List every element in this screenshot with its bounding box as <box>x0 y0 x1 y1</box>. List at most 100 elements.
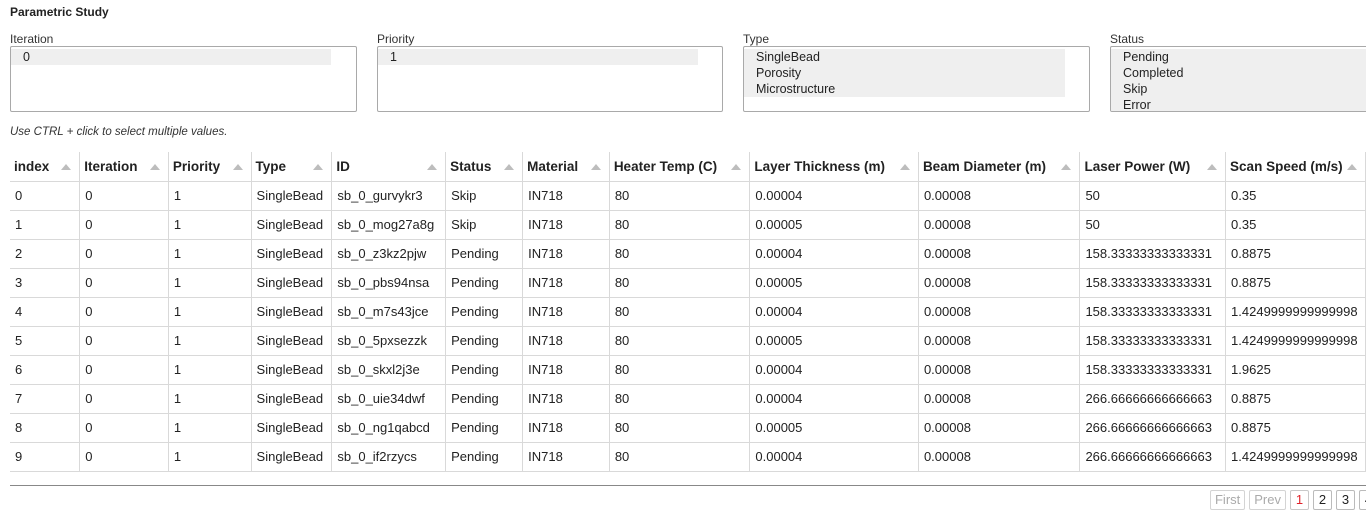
iteration-option[interactable]: 0 <box>11 49 331 65</box>
sort-arrow-icon[interactable] <box>504 164 515 170</box>
cell-beam-diameter: 0.00008 <box>918 326 1081 356</box>
cell-scan-speed: 0.35 <box>1225 181 1366 211</box>
column-header-id[interactable]: ID <box>331 152 447 182</box>
column-header-iteration[interactable]: Iteration <box>79 152 169 182</box>
priority-multiselect[interactable]: 1 <box>377 46 723 112</box>
column-header-heater-temp[interactable]: Heater Temp (C) <box>609 152 751 182</box>
sort-arrow-icon[interactable] <box>590 164 601 170</box>
column-header-material[interactable]: Material <box>522 152 610 182</box>
type-option-singlebead[interactable]: SingleBead <box>744 49 1065 65</box>
cell-beam-diameter: 0.00008 <box>918 239 1081 269</box>
priority-option[interactable]: 1 <box>378 49 698 65</box>
status-option-skip[interactable]: Skip <box>1111 81 1366 97</box>
sort-arrow-icon[interactable] <box>232 164 243 170</box>
sort-arrow-icon[interactable] <box>313 164 324 170</box>
cell-iteration: 0 <box>79 268 169 298</box>
cell-priority: 1 <box>168 384 252 414</box>
column-header-layer-thickness[interactable]: Layer Thickness (m) <box>749 152 919 182</box>
page-4-button[interactable]: 4 <box>1359 490 1366 510</box>
cell-iteration: 0 <box>79 210 169 240</box>
cell-scan-speed: 0.8875 <box>1225 268 1366 298</box>
column-header-status[interactable]: Status <box>445 152 524 182</box>
cell-scan-speed: 1.4249999999999998 <box>1225 442 1366 472</box>
sort-arrow-icon[interactable] <box>899 164 910 170</box>
cell-beam-diameter: 0.00008 <box>918 268 1081 298</box>
cell-index: 4 <box>10 297 81 327</box>
table-row[interactable]: 3 0 1 SingleBead sb_0_pbs94nsa Pending IN718 80… <box>10 268 1366 298</box>
sort-arrow-icon[interactable] <box>427 164 438 170</box>
column-header-scan-speed[interactable]: Scan Speed (m/s) <box>1225 152 1366 182</box>
cell-index: 0 <box>10 181 81 211</box>
column-header-priority[interactable]: Priority <box>168 152 252 182</box>
table-row[interactable]: 8 0 1 SingleBead sb_0_ng1qabcd Pending IN718 80… <box>10 413 1366 443</box>
filter-type: Type SingleBead Porosity Microstructure <box>743 32 1090 112</box>
table-row[interactable]: 6 0 1 SingleBead sb_0_skxl2j3e Pending IN718 80… <box>10 355 1366 385</box>
table-row[interactable]: 2 0 1 SingleBead sb_0_z3kz2pjw Pending IN718 80… <box>10 239 1366 269</box>
type-option-microstructure[interactable]: Microstructure <box>744 81 1065 97</box>
type-multiselect[interactable]: SingleBead Porosity Microstructure <box>743 46 1090 112</box>
cell-index: 6 <box>10 355 81 385</box>
page-3-button[interactable]: 3 <box>1336 490 1355 510</box>
cell-id: sb_0_if2rzycs <box>331 442 447 472</box>
column-header-index[interactable]: index <box>10 152 81 182</box>
sort-arrow-icon[interactable] <box>1347 164 1357 170</box>
cell-layer-thickness: 0.00004 <box>749 384 919 414</box>
cell-index: 2 <box>10 239 81 269</box>
sort-arrow-icon[interactable] <box>731 164 742 170</box>
sort-arrow-icon[interactable] <box>61 164 72 170</box>
prev-page-button[interactable]: Prev <box>1249 490 1286 510</box>
status-option-pending[interactable]: Pending <box>1111 49 1366 65</box>
column-header-beam-diameter[interactable]: Beam Diameter (m) <box>918 152 1081 182</box>
cell-laser-power: 158.33333333333331 <box>1079 297 1227 327</box>
table-row[interactable]: 5 0 1 SingleBead sb_0_5pxsezzk Pending IN718 80… <box>10 326 1366 356</box>
iteration-multiselect[interactable]: 0 <box>10 46 357 112</box>
cell-iteration: 0 <box>79 326 169 356</box>
cell-id: sb_0_5pxsezzk <box>331 326 447 356</box>
cell-scan-speed: 0.8875 <box>1225 239 1366 269</box>
cell-beam-diameter: 0.00008 <box>918 355 1081 385</box>
page-2-button[interactable]: 2 <box>1313 490 1332 510</box>
cell-scan-speed: 0.8875 <box>1225 384 1366 414</box>
cell-status: Skip <box>445 181 524 211</box>
cell-priority: 1 <box>168 413 252 443</box>
cell-priority: 1 <box>168 181 252 211</box>
sort-arrow-icon[interactable] <box>1207 164 1218 170</box>
column-header-label: Layer Thickness (m) <box>754 158 885 174</box>
table-row[interactable]: 4 0 1 SingleBead sb_0_m7s43jce Pending IN718 80… <box>10 297 1366 327</box>
cell-layer-thickness: 0.00004 <box>749 181 919 211</box>
cell-type: SingleBead <box>251 210 333 240</box>
column-header-laser-power[interactable]: Laser Power (W) <box>1079 152 1227 182</box>
table-row[interactable]: 7 0 1 SingleBead sb_0_uie34dwf Pending IN718 80… <box>10 384 1366 414</box>
cell-heater-temp: 80 <box>609 355 751 385</box>
status-option-completed[interactable]: Completed <box>1111 65 1366 81</box>
cell-type: SingleBead <box>251 384 333 414</box>
sort-arrow-icon[interactable] <box>149 164 160 170</box>
column-header-type[interactable]: Type <box>251 152 333 182</box>
cell-iteration: 0 <box>79 181 169 211</box>
cell-heater-temp: 80 <box>609 326 751 356</box>
table-row[interactable]: 0 0 1 SingleBead sb_0_gurvykr3 Skip IN718 80 0.0… <box>10 181 1366 211</box>
first-page-button[interactable]: First <box>1209 490 1246 510</box>
multi-select-hint: Use CTRL + click to select multiple valu… <box>10 126 228 138</box>
cell-id: sb_0_mog27a8g <box>331 210 447 240</box>
table-row[interactable]: 1 0 1 SingleBead sb_0_mog27a8g Skip IN718 80 0.0… <box>10 210 1366 240</box>
status-option-error[interactable]: Error <box>1111 97 1366 111</box>
cell-type: SingleBead <box>251 442 333 472</box>
filter-label-type: Type <box>743 32 770 46</box>
status-multiselect[interactable]: Pending Completed Skip Error <box>1110 46 1366 112</box>
cell-id: sb_0_m7s43jce <box>331 297 447 327</box>
pagination: First Prev 1 2 3 4 <box>1209 490 1366 510</box>
cell-heater-temp: 80 <box>609 239 751 269</box>
table-row[interactable]: 9 0 1 SingleBead sb_0_if2rzycs Pending IN718 80… <box>10 442 1366 472</box>
page-1-button[interactable]: 1 <box>1290 490 1309 510</box>
cell-priority: 1 <box>168 355 252 385</box>
type-option-porosity[interactable]: Porosity <box>744 65 1065 81</box>
cell-laser-power: 50 <box>1079 210 1227 240</box>
cell-material: IN718 <box>522 384 610 414</box>
cell-layer-thickness: 0.00004 <box>749 297 919 327</box>
cell-beam-diameter: 0.00008 <box>918 181 1081 211</box>
cell-id: sb_0_gurvykr3 <box>331 181 447 211</box>
cell-index: 5 <box>10 326 81 356</box>
cell-laser-power: 158.33333333333331 <box>1079 355 1227 385</box>
sort-arrow-icon[interactable] <box>1061 164 1072 170</box>
